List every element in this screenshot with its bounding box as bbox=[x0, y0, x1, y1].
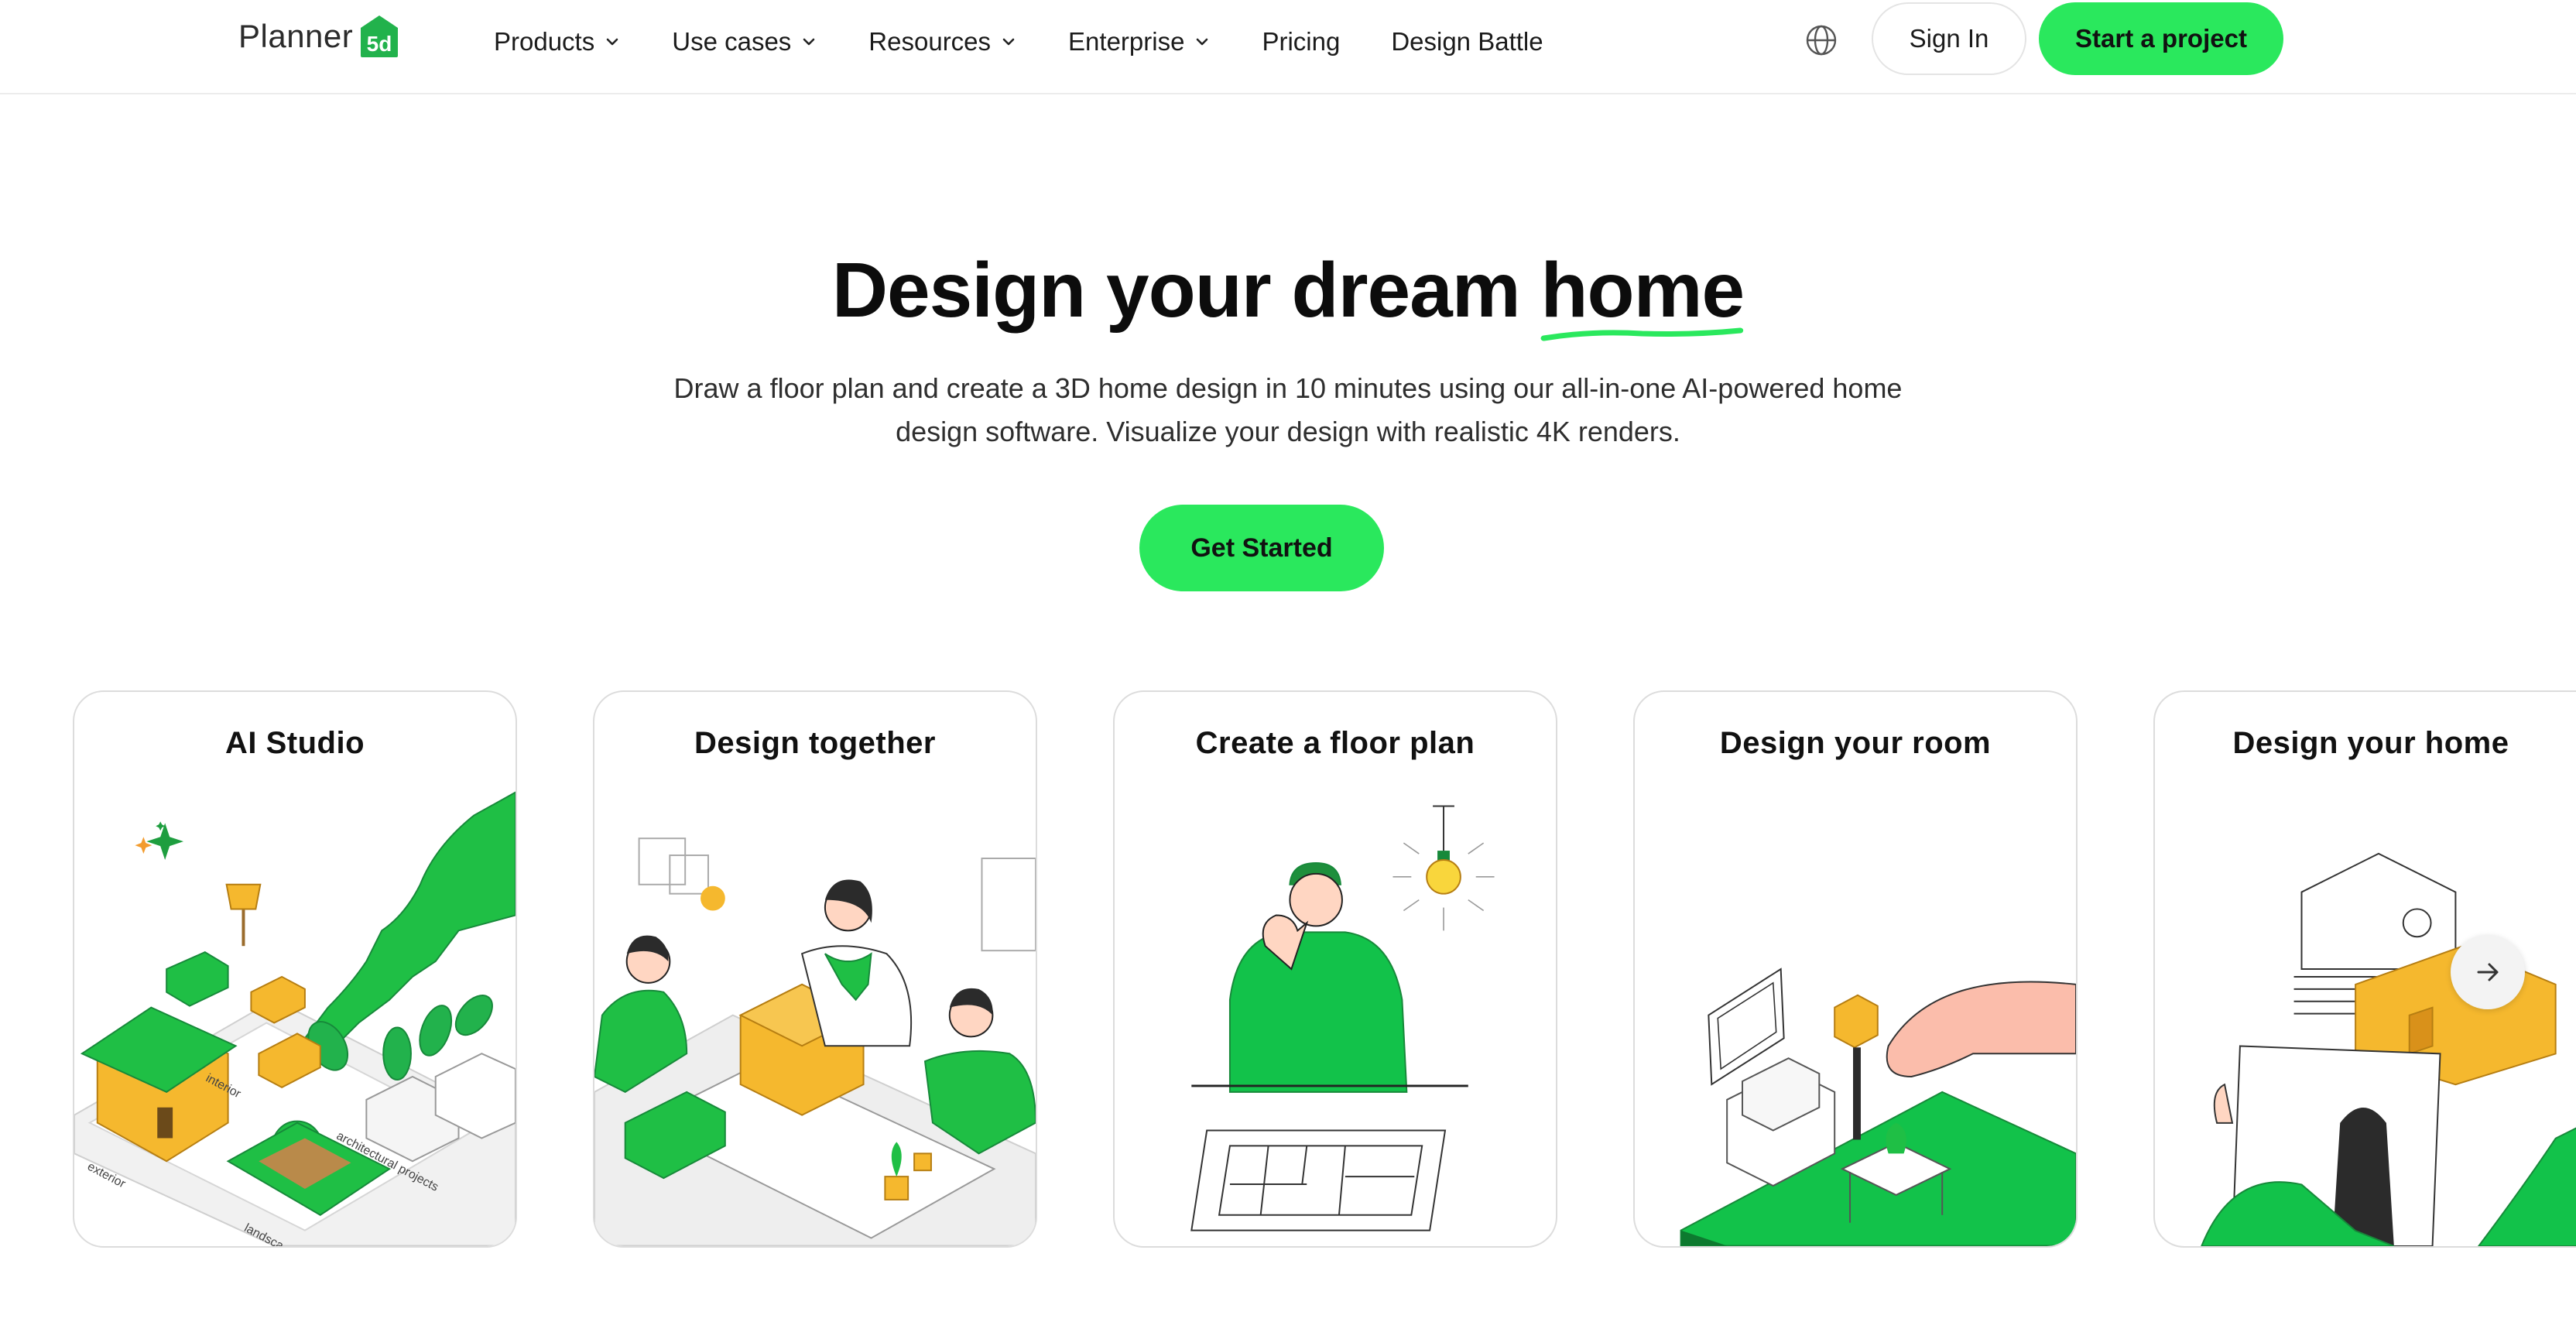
chevron-down-icon bbox=[803, 38, 815, 46]
sparkle-icon bbox=[146, 823, 184, 860]
nav-design-battle[interactable]: Design Battle bbox=[1391, 27, 1543, 57]
nav-design-battle-label: Design Battle bbox=[1391, 27, 1543, 56]
main-nav: Products Use cases Resources Enterprise … bbox=[494, 23, 1595, 60]
nav-enterprise[interactable]: Enterprise bbox=[1068, 27, 1211, 57]
logo-mark-text: 5d bbox=[367, 32, 392, 56]
start-project-button[interactable]: Start a project bbox=[2039, 2, 2283, 75]
nav-use-cases[interactable]: Use cases bbox=[672, 27, 817, 57]
hero-title-prefix: Design your dream bbox=[831, 247, 1541, 334]
nav-pricing-label: Pricing bbox=[1262, 27, 1341, 56]
nav-resources-label: Resources bbox=[868, 27, 992, 56]
sparkle-icon bbox=[135, 837, 152, 855]
chevron-down-icon bbox=[606, 38, 618, 46]
nav-enterprise-label: Enterprise bbox=[1068, 27, 1185, 56]
nav-products[interactable]: Products bbox=[494, 27, 621, 57]
card-title: Design your room bbox=[1719, 726, 1992, 760]
planner5d-logo[interactable]: Planner 5d bbox=[238, 12, 401, 60]
card-create-floor-plan[interactable]: Create a floor plan bbox=[1113, 690, 1557, 1248]
card-design-your-room[interactable]: Design your room bbox=[1633, 690, 2078, 1248]
hero-title-highlight-text: home bbox=[1540, 247, 1745, 334]
nav-use-cases-label: Use cases bbox=[672, 27, 792, 56]
nav-pricing[interactable]: Pricing bbox=[1262, 27, 1340, 57]
design-room-illustration bbox=[1680, 968, 2076, 1246]
hero-title-highlight: home bbox=[1540, 246, 1745, 341]
card-title: Design together bbox=[694, 726, 936, 760]
card-title: Create a floor plan bbox=[1195, 726, 1475, 760]
floor-plan-illustration bbox=[1190, 805, 1495, 1231]
ai-studio-illustration: interior exterior architectural projects… bbox=[74, 791, 516, 1246]
logo-text: Planner bbox=[238, 18, 354, 54]
hero-title: Design your dream home bbox=[0, 246, 2576, 341]
chevron-down-icon bbox=[1197, 38, 1208, 46]
card-design-together[interactable]: Design together bbox=[593, 690, 1037, 1248]
globe-icon[interactable] bbox=[1804, 22, 1839, 58]
get-started-button[interactable]: Get Started bbox=[1139, 505, 1384, 591]
hero-subtitle: Draw a floor plan and create a 3D home d… bbox=[673, 372, 1903, 447]
chevron-down-icon bbox=[1002, 38, 1015, 46]
card-title: Design your home bbox=[2232, 726, 2509, 760]
nav-products-label: Products bbox=[494, 27, 595, 56]
sign-in-button[interactable]: Sign In bbox=[1872, 2, 2026, 75]
card-ai-studio[interactable]: interior exterior architectural projects… bbox=[73, 690, 517, 1248]
site-header: Planner 5d Products Use cases Resources … bbox=[0, 0, 2576, 94]
arrow-right-icon bbox=[2477, 963, 2499, 981]
brush-underline-icon bbox=[1540, 327, 1744, 341]
card-title: AI Studio bbox=[224, 726, 365, 760]
carousel-next-button[interactable] bbox=[2451, 935, 2525, 1009]
nav-resources[interactable]: Resources bbox=[868, 27, 1017, 57]
logo-mark-icon: 5d bbox=[361, 15, 399, 57]
design-together-illustration bbox=[594, 837, 1036, 1246]
